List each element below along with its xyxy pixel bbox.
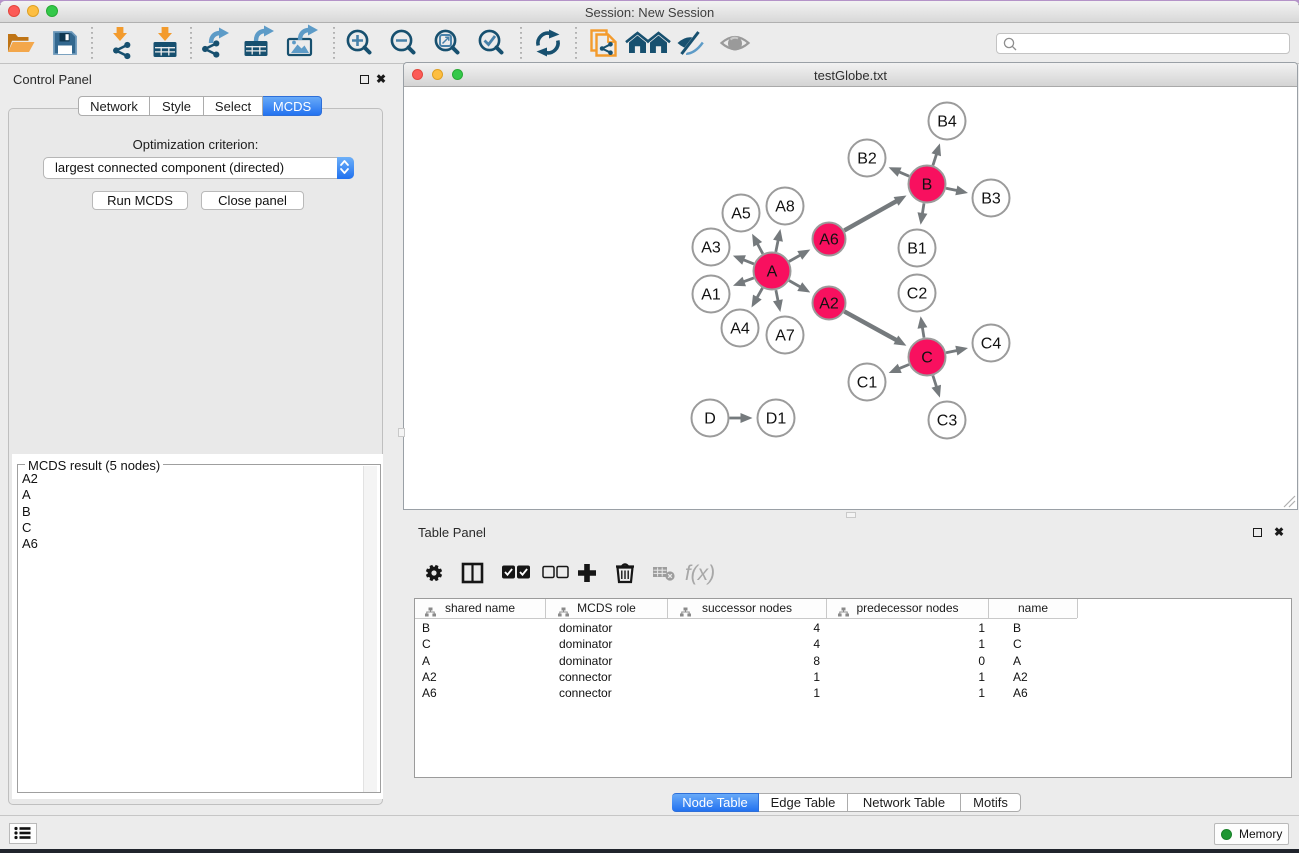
- svg-text:A6: A6: [819, 232, 839, 249]
- svg-text:C2: C2: [907, 286, 928, 303]
- svg-text:B2: B2: [857, 151, 877, 168]
- svg-text:A: A: [767, 264, 778, 281]
- svg-text:C3: C3: [937, 413, 958, 430]
- svg-text:B1: B1: [907, 241, 927, 258]
- svg-text:f(x): f(x): [685, 562, 715, 585]
- svg-text:B4: B4: [937, 114, 957, 131]
- svg-text:D: D: [704, 411, 716, 428]
- svg-text:A3: A3: [701, 240, 721, 257]
- svg-text:B3: B3: [981, 191, 1001, 208]
- svg-text:A5: A5: [731, 206, 751, 223]
- svg-text:C: C: [921, 350, 933, 367]
- svg-text:A7: A7: [775, 328, 795, 345]
- svg-text:C1: C1: [857, 375, 878, 392]
- svg-text:C4: C4: [981, 336, 1002, 353]
- svg-text:A2: A2: [819, 296, 839, 313]
- svg-text:D1: D1: [766, 411, 787, 428]
- svg-text:A1: A1: [701, 287, 721, 304]
- svg-text:A8: A8: [775, 199, 795, 216]
- svg-text:B: B: [922, 177, 933, 194]
- svg-text:A4: A4: [730, 321, 750, 338]
